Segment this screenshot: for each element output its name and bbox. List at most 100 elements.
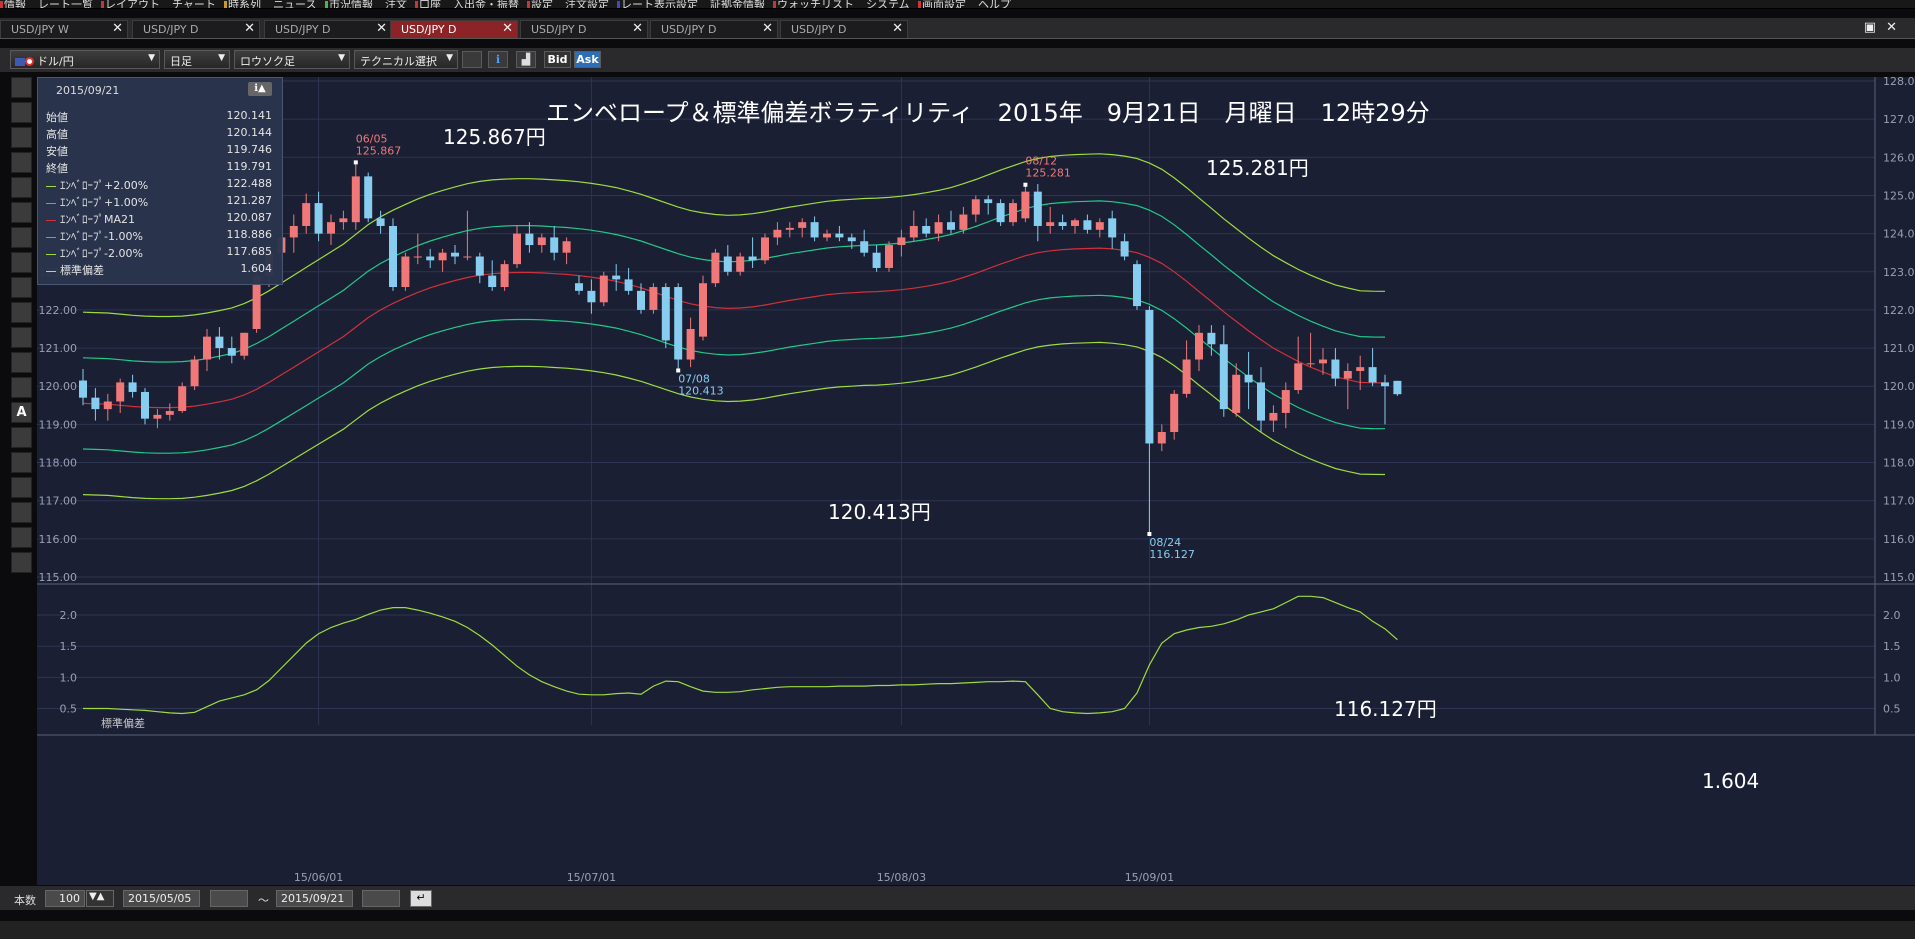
- info-toggle-icon[interactable]: ℹ▲: [248, 82, 272, 96]
- pentagon-icon[interactable]: [11, 302, 32, 323]
- menu-item[interactable]: 証拠金情報: [710, 0, 765, 8]
- circle-icon[interactable]: [11, 327, 32, 348]
- menu-item[interactable]: レート表示設定: [621, 0, 698, 8]
- currency-pair-select[interactable]: ドル/円 ▼: [10, 50, 160, 69]
- menu-item[interactable]: レイアウト: [105, 0, 160, 8]
- window-close-icon[interactable]: ✕: [1886, 20, 1907, 35]
- menu-item[interactable]: ヘルプ: [978, 0, 1011, 8]
- vertical-lines-icon[interactable]: [11, 252, 32, 273]
- info-date: 2015/09/21: [56, 84, 120, 97]
- info-value: 1.604: [240, 262, 273, 275]
- maximize-icon[interactable]: ▣: [1864, 20, 1886, 35]
- tab-usdjpy-daily-6[interactable]: USD/JPY D ✕: [780, 20, 908, 38]
- rectangle-icon[interactable]: [11, 352, 32, 373]
- legend-swatch: [46, 253, 56, 255]
- menu-item[interactable]: 設定: [531, 0, 553, 8]
- menu-item[interactable]: 情報: [4, 0, 26, 8]
- candle-body: [1108, 218, 1117, 238]
- menu-color-mark: [773, 1, 776, 8]
- menu-item[interactable]: 口座: [419, 0, 441, 8]
- close-icon[interactable]: ✕: [892, 21, 903, 37]
- from-date-input[interactable]: 2015/05/05: [123, 890, 200, 907]
- tab-usdjpy-daily-5[interactable]: USD/JPY D ✕: [650, 20, 778, 38]
- candle-body: [699, 283, 707, 337]
- pen-icon[interactable]: [462, 51, 482, 68]
- horizontal-lines-icon[interactable]: [11, 152, 32, 173]
- chart-mode-icon[interactable]: ▟: [516, 51, 536, 68]
- menu-item[interactable]: 注文設定: [565, 0, 609, 8]
- tab-usdjpy-daily-2[interactable]: USD/JPY D ✕: [264, 20, 392, 38]
- close-icon[interactable]: ✕: [762, 21, 773, 37]
- candle-body: [661, 287, 670, 341]
- menu-item[interactable]: システム: [866, 0, 910, 8]
- to-date-input[interactable]: 2015/09/21: [276, 890, 353, 907]
- bar-count-stepper[interactable]: ▼▲: [86, 890, 114, 907]
- chart-range-bar: 本数 100 ▼▲ 2015/05/05 ～ 2015/09/21 ↵: [0, 886, 1915, 910]
- tab-usdjpy-daily-1[interactable]: USD/JPY D ✕: [132, 20, 260, 38]
- legend-swatch: [46, 270, 56, 272]
- fan-icon[interactable]: [11, 227, 32, 248]
- bid-button[interactable]: Bid: [544, 51, 571, 68]
- to-time-input[interactable]: [362, 890, 400, 907]
- candle-body: [736, 256, 745, 272]
- info-value: 119.746: [226, 143, 273, 156]
- menu-color-mark: [918, 1, 921, 8]
- text-tool-icon[interactable]: A: [11, 402, 32, 423]
- pitchfork-icon[interactable]: [11, 277, 32, 298]
- menu-item[interactable]: ニュース: [273, 0, 316, 8]
- bar-count-input[interactable]: 100: [45, 890, 85, 907]
- close-icon[interactable]: ✕: [502, 21, 513, 37]
- menu-item[interactable]: 市況情報: [329, 0, 373, 8]
- menu-item[interactable]: ウォッチリスト: [777, 0, 854, 8]
- candle-body: [1294, 363, 1303, 391]
- menu-item[interactable]: 注文: [385, 0, 407, 8]
- emoji-icon[interactable]: [11, 427, 32, 448]
- undo-icon[interactable]: [11, 452, 32, 473]
- low-label-august: 116.127円: [1334, 697, 1437, 721]
- info-icon[interactable]: ℹ: [488, 51, 508, 68]
- window-controls[interactable]: ▣✕: [1864, 20, 1907, 35]
- tab-usdjpy-weekly[interactable]: USD/JPY W ✕: [0, 20, 128, 38]
- candle-body: [909, 225, 918, 238]
- price-tick-label-right: 115.00: [1883, 571, 1915, 584]
- candle-body: [128, 382, 137, 392]
- fibonacci-icon[interactable]: [11, 177, 32, 198]
- candle-body: [711, 252, 720, 284]
- eraser-all-icon[interactable]: [11, 552, 32, 573]
- candle-body: [1306, 363, 1315, 365]
- candle-body: [686, 329, 695, 360]
- hand-icon[interactable]: [11, 502, 32, 523]
- ruler-icon[interactable]: [11, 127, 32, 148]
- chart-area[interactable]: 128.00127.00126.00125.00124.00123.00123.…: [37, 77, 1915, 885]
- menu-item[interactable]: 入出金・振替: [453, 0, 519, 8]
- menu-item[interactable]: 時系列: [228, 0, 261, 8]
- ask-button[interactable]: Ask: [574, 51, 601, 68]
- trendline-icon[interactable]: [11, 102, 32, 123]
- close-icon[interactable]: ✕: [376, 21, 387, 37]
- from-time-input[interactable]: [210, 890, 248, 907]
- crosshair-icon[interactable]: [11, 77, 32, 98]
- sd-tick-label-right: 1.5: [1883, 640, 1901, 653]
- tab-usdjpy-daily-4[interactable]: USD/JPY D ✕: [520, 20, 648, 38]
- arc-icon[interactable]: [11, 202, 32, 223]
- eraser-icon[interactable]: [11, 527, 32, 548]
- line-icon[interactable]: [11, 377, 32, 398]
- timeframe-select[interactable]: 日足 ▼: [164, 50, 230, 69]
- info-value: 121.287: [226, 194, 273, 207]
- price-tick-label-left: 121.00: [39, 342, 78, 355]
- close-icon[interactable]: ✕: [244, 21, 255, 37]
- technical-select-button[interactable]: テクニカル選択 ▼: [354, 50, 458, 69]
- menu-item[interactable]: 画面設定: [922, 0, 966, 8]
- candle-body: [1393, 380, 1402, 395]
- price-tick-label-right: 125.00: [1883, 189, 1915, 202]
- chart-type-select[interactable]: ロウソク足 ▼: [234, 50, 350, 69]
- close-icon[interactable]: ✕: [632, 21, 643, 37]
- menu-item[interactable]: レート一覧: [38, 0, 93, 8]
- close-icon[interactable]: ✕: [112, 21, 123, 37]
- price-tick-label-right: 126.00: [1883, 151, 1915, 164]
- menu-item[interactable]: チャート: [172, 0, 216, 8]
- tab-usdjpy-daily-active[interactable]: USD/JPY D ✕: [390, 20, 518, 38]
- chevron-down-icon: ▼: [148, 53, 155, 63]
- apply-range-icon[interactable]: ↵: [410, 890, 432, 907]
- copy-icon[interactable]: [11, 477, 32, 498]
